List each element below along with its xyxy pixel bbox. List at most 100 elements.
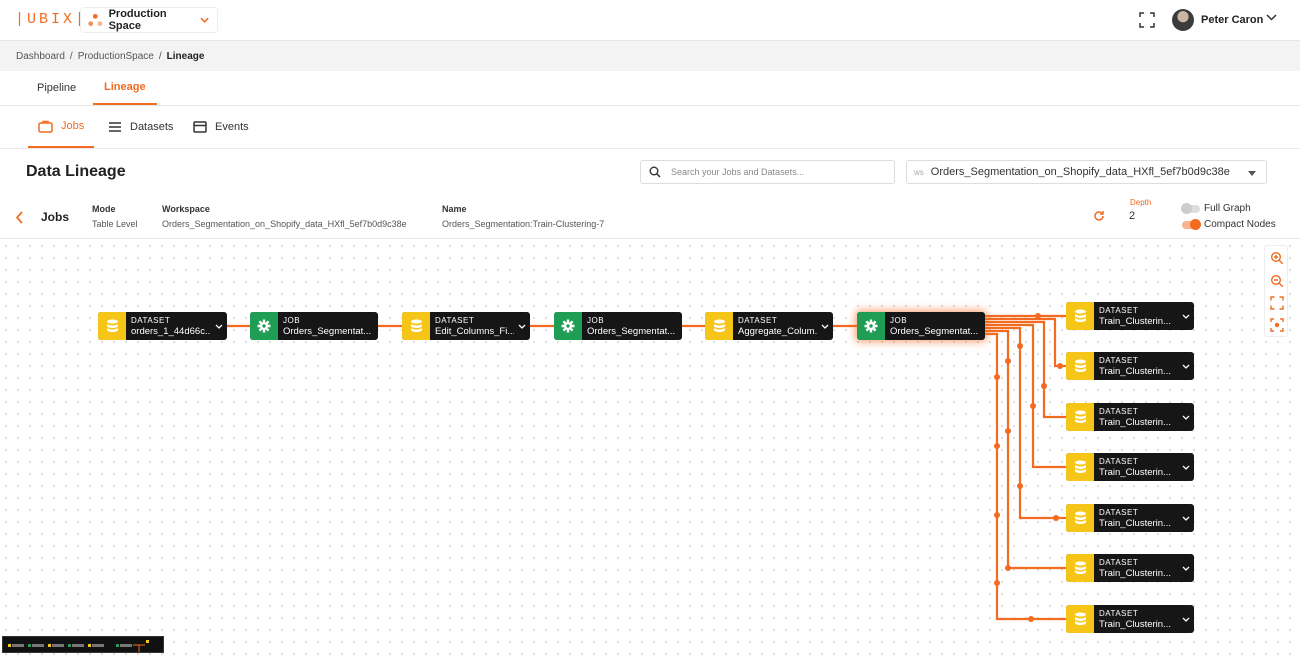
edge-joint — [1005, 358, 1011, 364]
caret-down-icon — [1248, 171, 1256, 176]
edge-joint — [1035, 313, 1041, 319]
zoom-in-icon[interactable] — [1270, 251, 1284, 265]
space-selector[interactable]: Production Space — [80, 7, 218, 33]
center-focus-icon[interactable] — [1270, 318, 1284, 332]
search-box[interactable] — [640, 160, 895, 184]
chevron-down-icon[interactable] — [1178, 516, 1194, 521]
node-text: DATASET Train_Clusterin... — [1094, 557, 1178, 579]
fullscreen-icon[interactable] — [1139, 12, 1155, 28]
chevron-down-icon[interactable] — [514, 324, 530, 329]
lineage-node-output-dataset[interactable]: DATASET Train_Clusterin... — [1066, 403, 1194, 431]
database-icon — [1066, 605, 1094, 633]
edge-joint — [1030, 403, 1036, 409]
workspace-value: Orders_Segmentation_on_Shopify_data_HXfl… — [162, 219, 407, 229]
list-icon — [109, 122, 121, 132]
fit-view-icon[interactable] — [1270, 296, 1284, 310]
node-type: DATASET — [1099, 457, 1139, 466]
zoom-out-icon[interactable] — [1270, 274, 1284, 288]
node-text: DATASET Train_Clusterin... — [1094, 355, 1178, 377]
lineage-node-output-dataset[interactable]: DATASET Train_Clusterin... — [1066, 504, 1194, 532]
lineage-node-dataset[interactable]: DATASET orders_1_44d66c... — [98, 312, 227, 340]
info-section-title: Jobs — [41, 210, 70, 224]
avatar[interactable] — [1172, 9, 1194, 31]
edge-joint — [994, 512, 1000, 518]
lineage-canvas[interactable]: DATASET orders_1_44d66c... JOB Orders_Segm… — [0, 240, 1300, 655]
chevron-down-icon[interactable] — [1178, 314, 1194, 319]
tab-events[interactable]: Events — [193, 106, 249, 148]
database-icon — [1066, 554, 1094, 582]
node-name: Train_Clusterin... — [1099, 366, 1171, 377]
node-type: DATASET — [1099, 306, 1139, 315]
chevron-down-icon[interactable] — [1178, 566, 1194, 571]
graph-minimap[interactable] — [2, 636, 164, 653]
breadcrumb-lineage: Lineage — [166, 51, 205, 62]
node-name: Train_Clusterin... — [1099, 417, 1171, 428]
compact-nodes-toggle[interactable] — [1182, 219, 1201, 230]
depth-value[interactable]: 2 — [1129, 210, 1135, 222]
lineage-node-job[interactable]: JOB Orders_Segmentat... — [250, 312, 378, 340]
node-type: DATASET — [1099, 558, 1139, 567]
ubix-logo[interactable]: |UBIX| — [15, 11, 87, 28]
node-text: DATASET Edit_Columns_Fi... — [430, 315, 514, 337]
gear-icon — [857, 312, 885, 340]
edge-joint — [1053, 515, 1059, 521]
main-tabs: Pipeline Lineage — [0, 71, 1300, 106]
search-input[interactable] — [671, 167, 881, 177]
edge-joint — [1057, 363, 1063, 369]
node-name: Train_Clusterin... — [1099, 467, 1171, 478]
edge-joint — [1041, 383, 1047, 389]
user-name[interactable]: Peter Caron — [1201, 14, 1263, 26]
database-icon — [1066, 403, 1094, 431]
tab-jobs[interactable]: Jobs — [28, 106, 95, 148]
node-type: DATASET — [435, 316, 475, 325]
tab-label: Events — [215, 121, 249, 133]
lineage-node-output-dataset[interactable]: DATASET Train_Clusterin... — [1066, 605, 1194, 633]
chevron-down-icon[interactable] — [1178, 415, 1194, 420]
full-graph-toggle[interactable] — [1181, 203, 1200, 214]
chevron-down-icon[interactable] — [817, 324, 833, 329]
lineage-node-output-dataset[interactable]: DATASET Train_Clusterin... — [1066, 302, 1194, 330]
node-name: Train_Clusterin... — [1099, 568, 1171, 579]
database-icon — [1066, 453, 1094, 481]
tab-datasets[interactable]: Datasets — [108, 106, 173, 148]
breadcrumb-separator: / — [69, 51, 73, 62]
workspace-select[interactable]: ws Orders_Segmentation_on_Shopify_data_H… — [906, 160, 1267, 184]
node-type: DATASET — [738, 316, 778, 325]
chevron-down-icon[interactable] — [1178, 465, 1194, 470]
chevron-down-icon[interactable] — [211, 324, 227, 329]
zoom-controls — [1264, 245, 1288, 337]
mode-label: Mode — [92, 204, 116, 214]
breadcrumb-productionspace[interactable]: ProductionSpace — [78, 51, 154, 62]
database-icon — [402, 312, 430, 340]
chevron-down-icon[interactable] — [1178, 364, 1194, 369]
refresh-icon[interactable] — [1093, 210, 1105, 222]
tab-label: Jobs — [61, 120, 85, 132]
node-type: DATASET — [1099, 609, 1139, 618]
tab-pipeline[interactable]: Pipeline — [37, 71, 76, 105]
workspace-label: Workspace — [162, 204, 210, 214]
node-name: Orders_Segmentat... — [890, 326, 979, 337]
edge-joint — [1017, 483, 1023, 489]
page-title: Data Lineage — [26, 163, 126, 180]
lineage-node-job[interactable]: JOB Orders_Segmentat... — [554, 312, 682, 340]
tab-lineage[interactable]: Lineage — [93, 71, 157, 105]
minimap-preview — [8, 640, 149, 652]
lineage-node-job-selected[interactable]: JOB Orders_Segmentat... — [857, 312, 985, 340]
workspace-prefix: ws — [914, 167, 924, 177]
briefcase-icon — [38, 120, 53, 133]
chevron-left-icon[interactable] — [15, 211, 24, 224]
lineage-node-output-dataset[interactable]: DATASET Train_Clusterin... — [1066, 352, 1194, 380]
tab-label: Pipeline — [37, 82, 77, 94]
breadcrumb-bar: Dashboard / ProductionSpace / Lineage — [0, 41, 1300, 71]
lineage-node-dataset[interactable]: DATASET Aggregate_Colum... — [705, 312, 833, 340]
chevron-down-icon[interactable] — [1178, 617, 1194, 622]
node-text: DATASET orders_1_44d66c... — [126, 315, 211, 337]
node-name: Orders_Segmentat... — [283, 326, 372, 337]
lineage-node-output-dataset[interactable]: DATASET Train_Clusterin... — [1066, 554, 1194, 582]
edge-joint — [1017, 343, 1023, 349]
lineage-node-dataset[interactable]: DATASET Edit_Columns_Fi... — [402, 312, 530, 340]
node-type: DATASET — [1099, 356, 1139, 365]
breadcrumb-dashboard[interactable]: Dashboard — [16, 51, 65, 62]
lineage-node-output-dataset[interactable]: DATASET Train_Clusterin... — [1066, 453, 1194, 481]
chevron-down-icon[interactable] — [1266, 14, 1277, 21]
